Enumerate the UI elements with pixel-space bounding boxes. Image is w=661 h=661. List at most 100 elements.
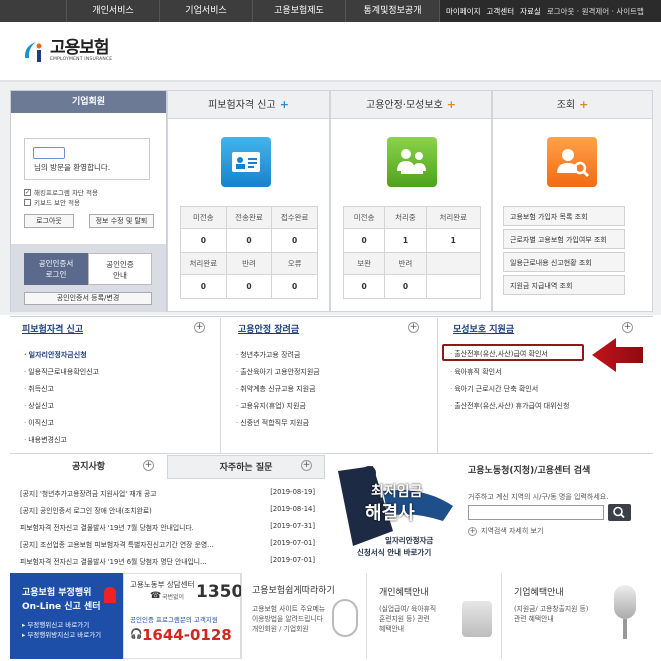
login-box: 기업회원 님의 방문을 환영합니다. ✓ 해킹프로그램 차단 적용 키보드 보안 … bbox=[10, 90, 167, 312]
search-icon bbox=[613, 506, 625, 519]
welcome-box: 님의 방문을 환영합니다. bbox=[24, 138, 150, 180]
list-item[interactable]: · 육아휴직 확인서 bbox=[450, 367, 502, 377]
list-item[interactable]: · 취득신고 bbox=[24, 384, 54, 394]
plus-icon[interactable]: + bbox=[280, 98, 289, 111]
notice-row[interactable]: 피보험자격 전자신고 결물발사 '19년 7월 당첨자 안내입니다. [2019-… bbox=[20, 522, 315, 532]
welcome-text: 님의 방문을 환영합니다. bbox=[34, 163, 111, 172]
inquiry-list: 고용보험 가입자 목록 조회 근로자별 고용보험 가입여부 조회 일용근로내용 … bbox=[503, 206, 625, 298]
family-people-icon[interactable] bbox=[387, 137, 437, 187]
list-item[interactable]: · 내용변경신고 bbox=[24, 435, 67, 445]
nav-insurance-system[interactable]: 고용보험제도 bbox=[253, 0, 346, 22]
inquiry-item[interactable]: 근로자별 고용보험 가입여부 조회 bbox=[503, 229, 625, 249]
keyboard-security-option[interactable]: 키보드 보안 적용 bbox=[24, 197, 80, 207]
logo-title: 고용보험 bbox=[50, 38, 110, 58]
list-item[interactable]: · 청년추가고용 장려금 bbox=[236, 350, 300, 360]
site-logo[interactable]: 고용보험 EMPLOYMENT INSURANCE bbox=[22, 38, 112, 64]
list-item-maternity-cert[interactable]: · 출산전후(유산,사산)급여 확인서 bbox=[450, 349, 548, 359]
cert-register-button[interactable]: 공인인증서 등록/변경 bbox=[24, 292, 152, 305]
banner-sub1: 일자리안정자금 bbox=[385, 536, 434, 545]
top-right-links: 마이페이지 고객센터 자료실 로그아웃 · 원격제어 · 사이트맵 bbox=[440, 0, 661, 22]
nav-mypage[interactable]: 마이페이지 bbox=[446, 6, 481, 17]
id-card-icon[interactable] bbox=[221, 137, 271, 187]
office-search-title: 고용노동청(지청)/고용센터 검색 bbox=[468, 466, 591, 476]
inquiry-item[interactable]: 일용근로내용 신고현황 조회 bbox=[503, 252, 625, 272]
minimum-wage-banner[interactable]: 최저임금 해결사 일자리안정자금 신청서식 안내 바로가기 bbox=[333, 461, 459, 566]
office-search-desc: 거주하고 계신 지역의 시/구/동 명을 입력하세요. bbox=[468, 493, 609, 501]
personal-benefits-banner[interactable]: 개인혜택안내 (실업급여/ 육아휴직 훈련지원 등) 관련 혜택안내 bbox=[366, 573, 501, 659]
cert-area: 공인인증서 로그인 공인인증 안내 공인인증서 등록/변경 bbox=[11, 244, 166, 312]
headset-icon: 🎧 bbox=[130, 629, 143, 640]
panel-insured-report: 피보험자격 신고 + 미전송 전송완료 접수완료 000 처리완료 반려 오류 000 bbox=[167, 90, 330, 312]
list-item[interactable]: · 육아기 근로시간 단축 확인서 bbox=[450, 384, 538, 394]
panel-inquiry-title[interactable]: 조회 + bbox=[493, 91, 652, 119]
notice-row[interactable]: [공지] 공인인증서 로그인 장애 안내(조치완료) [2019-08-14] bbox=[20, 505, 315, 515]
panel-inquiry: 조회 + 고용보험 가입자 목록 조회 근로자별 고용보험 가입여부 조회 일용근… bbox=[492, 90, 653, 312]
plus-circle-icon[interactable]: + bbox=[622, 322, 633, 333]
logo-subtitle: EMPLOYMENT INSURANCE bbox=[50, 57, 113, 62]
notice-row[interactable]: [공지] '청년추가고용장려금 지원사업' 재개 공고 [2019-08-19] bbox=[20, 488, 315, 498]
office-search-input[interactable] bbox=[468, 505, 604, 520]
banner-line1: 최저임금 bbox=[371, 484, 423, 500]
top-nav: 개인서비스 기업서비스 고용보험제도 통계및정보공개 마이페이지 고객센터 자료… bbox=[0, 0, 661, 22]
inquiry-item[interactable]: 고용보험 가입자 목록 조회 bbox=[503, 206, 625, 226]
call-center-banner[interactable]: 고용노동부 상담센터 1350 국번없이 ☎ 공인인증 프로그램문의 고객지원 … bbox=[123, 573, 243, 659]
fraud-report-banner[interactable]: 고용보험 부정행위 On-Line 신고 센터 ▸ 부정행위신고 바로가기 ▸ … bbox=[10, 573, 123, 659]
list-item[interactable]: · 출산전후(유산,사산) 휴가급여 대위신청 bbox=[450, 401, 569, 411]
plus-icon[interactable]: + bbox=[579, 98, 588, 111]
section-title-maternity[interactable]: 모성보호 지원금 bbox=[453, 322, 514, 335]
nav-business[interactable]: 기업서비스 bbox=[160, 0, 253, 22]
cert-login-button[interactable]: 공인인증서 로그인 bbox=[24, 253, 88, 285]
plus-circle-icon: + bbox=[468, 526, 477, 536]
siren-icon bbox=[104, 587, 116, 603]
office-detail-link[interactable]: + 지역검색 자세히 보기 bbox=[468, 526, 543, 536]
easy-guide-banner[interactable]: 고용보험쉽게따라하기 고용보험 사이트 주요메뉴 이용방법을 알려드립니다 개인… bbox=[241, 573, 366, 659]
nav-statistics[interactable]: 통계및정보공개 bbox=[346, 0, 440, 22]
phone-icon: ☎ bbox=[150, 591, 162, 601]
banner-sub2: 신청서식 안내 바로가기 bbox=[357, 548, 432, 557]
list-item[interactable]: · 일용직근로내용확인신고 bbox=[24, 367, 99, 377]
nav-util-links[interactable]: 로그아웃 · 원격제어 · 사이트맵 bbox=[547, 6, 644, 17]
list-item[interactable]: · 신중년 적합직무 지원금 bbox=[236, 418, 309, 428]
nav-library[interactable]: 자료실 bbox=[520, 6, 541, 17]
hack-block-option[interactable]: ✓ 해킹프로그램 차단 적용 bbox=[24, 187, 98, 197]
plus-circle-icon[interactable]: + bbox=[408, 322, 419, 333]
notice-row[interactable]: [공지] 조선업종 고용보험 피보험자격 특별자진신고기간 연장 운영... [2… bbox=[20, 539, 315, 549]
checkbox-icon[interactable] bbox=[24, 198, 31, 206]
list-item[interactable]: · 취약계층 신규고용 지원금 bbox=[236, 384, 316, 394]
plus-icon[interactable]: + bbox=[447, 98, 456, 111]
microphone-icon bbox=[614, 585, 636, 619]
list-item[interactable]: · 일자리안정자금신청 bbox=[24, 350, 87, 360]
plus-circle-icon[interactable]: + bbox=[301, 460, 312, 471]
insured-stats-table: 미전송 전송완료 접수완료 000 처리완료 반려 오류 000 bbox=[180, 206, 318, 299]
red-arrow-icon bbox=[590, 335, 645, 375]
mouse-icon bbox=[332, 599, 358, 637]
nav-personal[interactable]: 개인서비스 bbox=[67, 0, 160, 22]
section-title-insured[interactable]: 피보험자격 신고 bbox=[22, 322, 83, 335]
list-item[interactable]: · 고용유지(휴업) 지원금 bbox=[236, 401, 306, 411]
logo-mark-icon bbox=[22, 38, 46, 64]
piggy-bank-icon bbox=[462, 601, 492, 637]
username-field bbox=[33, 147, 65, 159]
plus-circle-icon[interactable]: + bbox=[194, 322, 205, 333]
search-user-icon[interactable] bbox=[547, 137, 597, 187]
panel-insured-title[interactable]: 피보험자격 신고 + bbox=[168, 91, 329, 119]
logout-button[interactable]: 로그아웃 bbox=[24, 214, 74, 228]
inquiry-item[interactable]: 지원금 지급내역 조회 bbox=[503, 275, 625, 295]
checkbox-checked-icon[interactable]: ✓ bbox=[24, 188, 31, 196]
login-title: 기업회원 bbox=[11, 91, 166, 113]
plus-circle-icon[interactable]: + bbox=[143, 460, 154, 471]
nav-customer-center[interactable]: 고객센터 bbox=[487, 6, 515, 17]
list-item[interactable]: · 이직신고 bbox=[24, 418, 54, 428]
search-button[interactable] bbox=[608, 504, 631, 521]
list-item[interactable]: · 상실신고 bbox=[24, 401, 54, 411]
section-title-stability[interactable]: 고용안정 장려금 bbox=[238, 322, 299, 335]
notice-row[interactable]: 피보험자격 전자신고 결물발사 '19년 6월 당첨자 명단 안내입니... [2… bbox=[20, 556, 315, 566]
panel-employment-stability: 고용안정·모성보호 + 미전송 처리중 처리완료 011 보완 반려 00 bbox=[330, 90, 492, 312]
banner-line2: 해결사 bbox=[365, 503, 415, 524]
stability-stats-table: 미전송 처리중 처리완료 011 보완 반려 00 bbox=[342, 206, 482, 299]
list-item[interactable]: · 출산육아기 고용안정지원금 bbox=[236, 367, 320, 377]
business-benefits-banner[interactable]: 기업혜택안내 (지원금/ 고용창출지원 등) 관련 혜택안내 bbox=[501, 573, 653, 659]
edit-info-button[interactable]: 정보 수정 및 탈퇴 bbox=[89, 214, 154, 228]
panel-stability-title[interactable]: 고용안정·모성보호 + bbox=[331, 91, 491, 119]
cert-info-button[interactable]: 공인인증 안내 bbox=[88, 253, 152, 285]
